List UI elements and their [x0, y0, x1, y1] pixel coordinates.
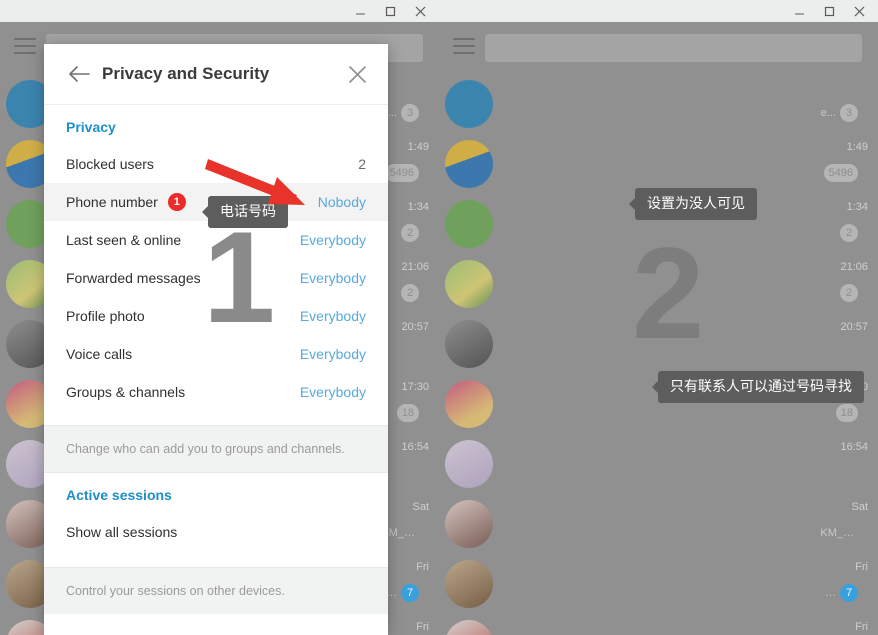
avatar	[445, 440, 493, 488]
chat-time: 20:57	[840, 321, 868, 333]
settings-row-voice-calls[interactable]: Voice calls Everybody	[44, 335, 388, 373]
hamburger-menu-icon[interactable]	[453, 38, 475, 59]
list-item: Sat KM_…	[439, 494, 878, 554]
chat-badge: 2	[840, 224, 858, 242]
row-value: Everybody	[299, 308, 366, 324]
dialog-header: Privacy and Security	[44, 44, 388, 105]
chat-badge: 5496	[384, 164, 419, 182]
row-label: Phone number	[66, 194, 158, 210]
settings-row-show-all-sessions[interactable]: Show all sessions	[44, 513, 388, 551]
search-input[interactable]	[485, 34, 862, 62]
sessions-section: Active sessions Show all sessions	[44, 473, 388, 567]
window-titlebar-right	[439, 0, 878, 22]
avatar	[445, 380, 493, 428]
list-item: 16:54	[439, 434, 878, 494]
telegram-window-right: e...3 1:49 5496 1:34 2 21:06 2 20:57 17:…	[439, 0, 878, 635]
chat-badge: 3	[840, 104, 858, 122]
settings-row-forwarded-messages[interactable]: Forwarded messages Everybody	[44, 259, 388, 297]
chat-time: 16:54	[840, 441, 868, 453]
chat-badge: 18	[396, 404, 419, 422]
telegram-window-left: e... 3 1:49 5496 1:34 2 21:06 2 20:57 17:…	[0, 0, 439, 635]
avatar	[445, 140, 493, 188]
row-value: 2	[358, 156, 366, 172]
list-item: Fri	[439, 614, 878, 635]
list-item: 20:57	[439, 314, 878, 374]
minimize-icon[interactable]	[784, 0, 814, 22]
row-label: Voice calls	[66, 346, 133, 362]
annotation-tooltip-my-contacts: 只有联系人可以通过号码寻找	[652, 371, 864, 403]
chat-time: Fri	[855, 621, 868, 633]
settings-row-blocked-users[interactable]: Blocked users 2	[44, 145, 388, 183]
chat-time: Fri	[855, 561, 868, 573]
section-title-active-sessions[interactable]: Active sessions	[44, 473, 388, 513]
list-item: e... 3	[439, 74, 878, 134]
privacy-and-security-dialog: Privacy and Security Privacy Blocked use…	[44, 44, 388, 635]
row-value: Everybody	[299, 232, 366, 248]
chat-snippet: KM_…	[820, 526, 854, 539]
sessions-note: Control your sessions on other devices.	[44, 567, 388, 614]
close-icon[interactable]	[844, 0, 874, 22]
list-item: 21:06 2	[439, 254, 878, 314]
row-value: Everybody	[299, 384, 366, 400]
row-label: Show all sessions	[66, 524, 178, 540]
chat-badge: 7	[401, 584, 419, 602]
back-arrow-icon[interactable]	[66, 61, 92, 87]
chat-badge: 2	[840, 284, 858, 302]
page-title: Privacy and Security	[102, 64, 270, 83]
maximize-icon[interactable]	[375, 0, 405, 22]
chat-time: 1:49	[846, 141, 868, 153]
chat-list-right[interactable]: e...3 1:49 5496 1:34 2 21:06 2 20:57 17:…	[439, 74, 878, 635]
app-background-right: e...3 1:49 5496 1:34 2 21:06 2 20:57 17:…	[439, 22, 878, 635]
row-label: Profile photo	[66, 308, 145, 324]
settings-row-profile-photo[interactable]: Profile photo Everybody	[44, 297, 388, 335]
maximize-icon[interactable]	[814, 0, 844, 22]
chat-badge: 18	[835, 404, 858, 422]
row-label: Forwarded messages	[66, 270, 201, 286]
avatar	[445, 260, 493, 308]
close-icon[interactable]	[405, 0, 435, 22]
chat-time: 21:06	[840, 261, 868, 273]
list-item: 1:49 5496	[439, 134, 878, 194]
avatar	[445, 80, 493, 128]
chat-time: 1:34	[846, 201, 868, 213]
row-label: Last seen & online	[66, 232, 182, 248]
avatar	[445, 200, 493, 248]
hamburger-menu-icon[interactable]	[14, 38, 36, 59]
list-item: Fri … 7	[439, 554, 878, 614]
chat-time: Sat	[851, 501, 868, 513]
chat-snippet: e...	[820, 107, 836, 119]
annotation-tooltip-nobody: 设置为没人可见	[629, 188, 757, 220]
avatar	[445, 500, 493, 548]
row-value: Everybody	[299, 346, 366, 362]
row-value: Nobody	[317, 194, 366, 210]
privacy-note: Change who can add you to groups and cha…	[44, 425, 388, 473]
avatar	[445, 320, 493, 368]
section-title-privacy: Privacy	[66, 119, 116, 135]
close-icon[interactable]	[342, 59, 372, 89]
settings-row-groups-channels[interactable]: Groups & channels Everybody	[44, 373, 388, 411]
chat-badge: 2	[401, 224, 419, 242]
chat-snippet: …	[825, 587, 836, 599]
avatar	[445, 560, 493, 608]
chat-badge: 2	[401, 284, 419, 302]
window-titlebar-left	[0, 0, 439, 22]
row-label: Groups & channels	[66, 384, 186, 400]
avatar	[445, 620, 493, 635]
annotation-tooltip-phone-number: 电话号码	[202, 196, 288, 228]
chat-badge: 7	[840, 584, 858, 602]
row-value: Everybody	[299, 270, 366, 286]
minimize-icon[interactable]	[345, 0, 375, 22]
chat-badge: 3	[401, 104, 419, 122]
privacy-section: Privacy Blocked users 2 Phone number 1 N…	[44, 105, 388, 425]
screenshot-root: e... 3 1:49 5496 1:34 2 21:06 2 20:57 17:…	[0, 0, 878, 635]
annotation-badge-1: 1	[167, 193, 186, 211]
row-label: Blocked users	[66, 156, 154, 172]
chat-badge: 5496	[823, 164, 858, 182]
